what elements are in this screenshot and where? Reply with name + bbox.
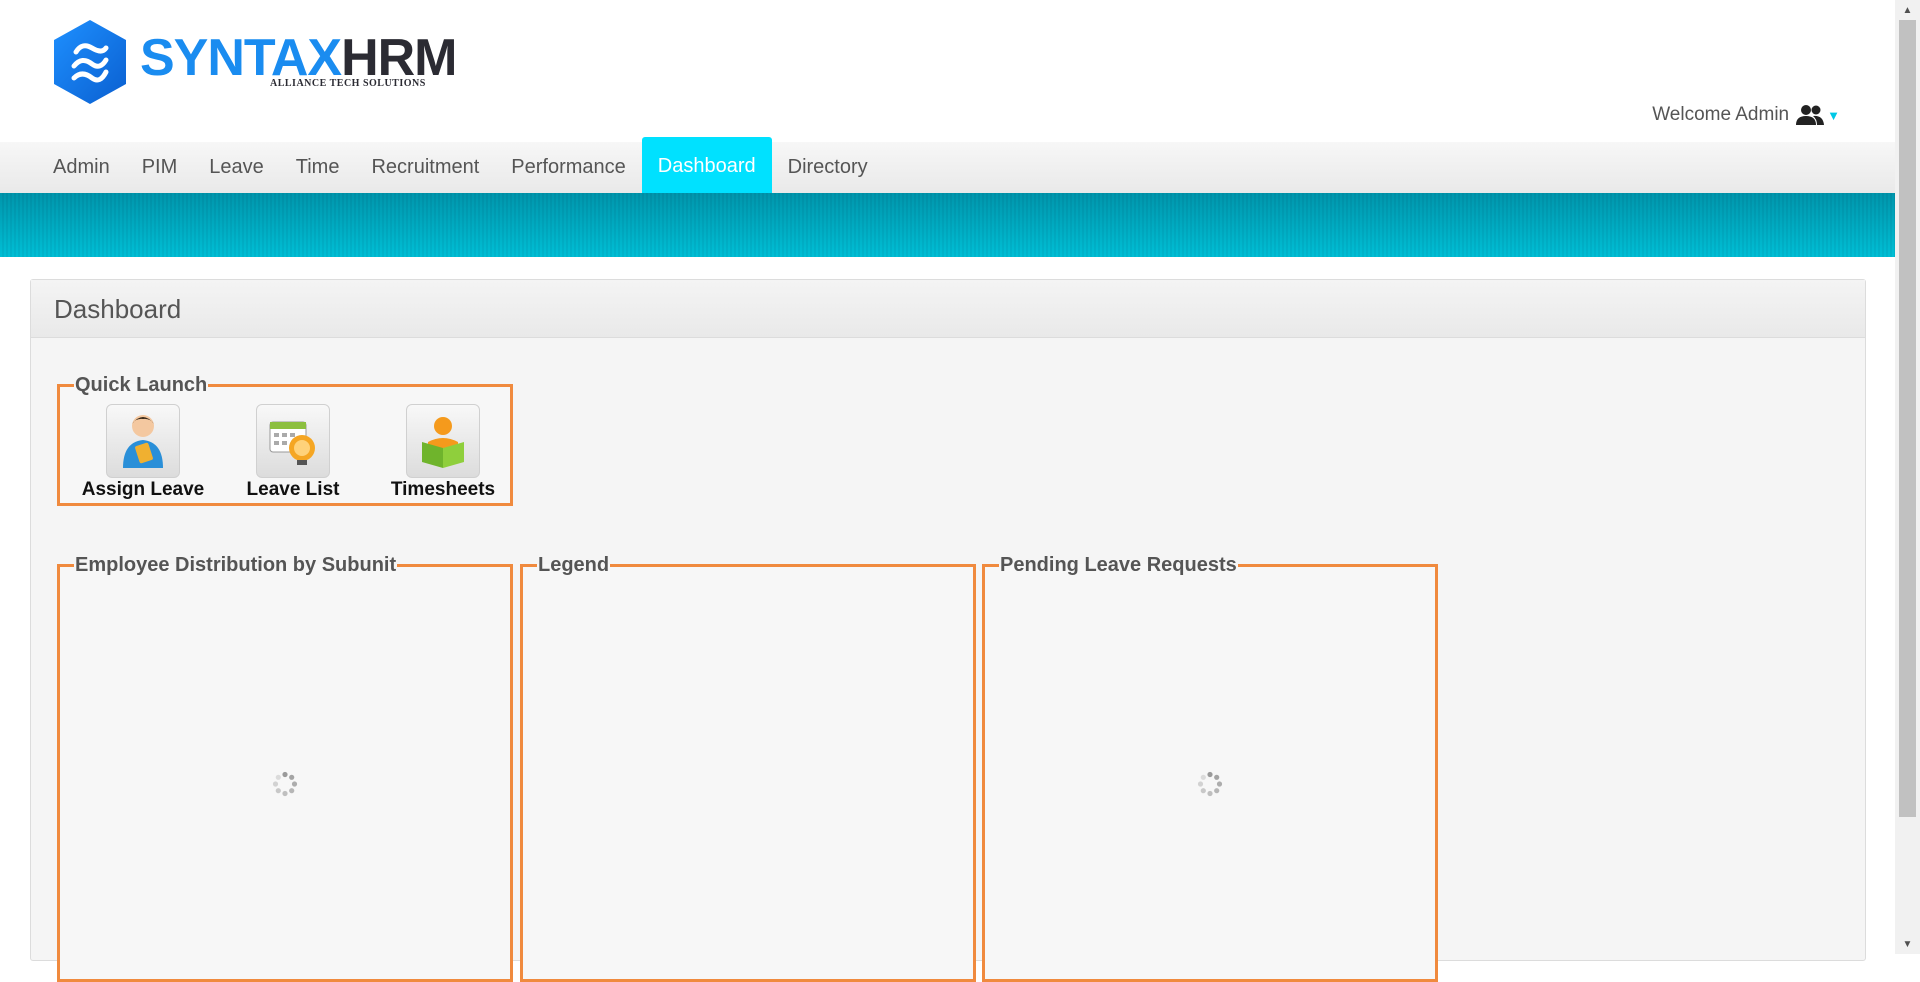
main-nav: Admin PIM Leave Time Recruitment Perform… bbox=[0, 137, 1895, 196]
quick-launch-assign-leave-label: Assign Leave bbox=[81, 479, 205, 500]
nav-item-dashboard[interactable]: Dashboard bbox=[641, 137, 772, 196]
employee-distribution-title: Employee Distribution by Subunit bbox=[75, 554, 397, 576]
nav-item-performance[interactable]: Performance bbox=[495, 142, 642, 193]
nav-item-directory[interactable]: Directory bbox=[772, 142, 884, 193]
loading-spinner-icon bbox=[272, 771, 298, 797]
syntaxhrm-logo[interactable]: SYNTAXHRM ALLIANCE TECH SOLUTIONS bbox=[52, 18, 457, 108]
pending-leave-requests-widget: Pending Leave Requests bbox=[982, 554, 1438, 982]
dashboard-panel: Dashboard Quick Launch Assign Leave Leav… bbox=[30, 279, 1866, 982]
loading-spinner-icon bbox=[1197, 771, 1223, 797]
quick-launch-assign-leave[interactable]: Assign Leave bbox=[68, 404, 218, 501]
nav-item-admin[interactable]: Admin bbox=[37, 142, 126, 193]
quick-launch-timesheets-label: Timesheets bbox=[390, 479, 496, 500]
welcome-menu[interactable]: Welcome Admin ▼ bbox=[1652, 104, 1840, 126]
logo-hex-icon bbox=[54, 20, 126, 104]
page-title: Dashboard bbox=[54, 294, 182, 324]
legend-widget: Legend bbox=[520, 554, 976, 982]
vertical-scrollbar[interactable]: ▲ ▼ bbox=[1895, 0, 1920, 954]
quick-launch-title: Quick Launch bbox=[75, 374, 208, 396]
panel-header: Dashboard bbox=[31, 280, 1865, 338]
quick-launch-leave-list-label: Leave List bbox=[246, 479, 340, 500]
legend-title: Legend bbox=[538, 554, 610, 576]
assign-leave-icon[interactable] bbox=[106, 404, 180, 478]
quick-launch-box: Quick Launch Assign Leave Leave List Tim… bbox=[57, 374, 513, 506]
scroll-up-arrow-icon[interactable]: ▲ bbox=[1895, 0, 1920, 20]
header-banner bbox=[0, 193, 1895, 257]
chevron-down-icon: ▼ bbox=[1827, 107, 1840, 123]
header: SYNTAXHRM ALLIANCE TECH SOLUTIONS Welcom… bbox=[0, 0, 1895, 142]
nav-item-time[interactable]: Time bbox=[280, 142, 356, 193]
welcome-text: Welcome Admin bbox=[1652, 104, 1790, 125]
nav-item-pim[interactable]: PIM bbox=[126, 142, 194, 193]
logo-wordmark: SYNTAXHRM bbox=[140, 32, 457, 84]
timesheets-icon[interactable] bbox=[406, 404, 480, 478]
users-icon bbox=[1796, 105, 1825, 125]
quick-launch-leave-list[interactable]: Leave List bbox=[218, 404, 368, 501]
employee-distribution-widget: Employee Distribution by Subunit bbox=[57, 554, 513, 982]
quick-launch-timesheets[interactable]: Timesheets bbox=[368, 404, 518, 501]
nav-item-leave[interactable]: Leave bbox=[193, 142, 280, 193]
pending-leave-requests-title: Pending Leave Requests bbox=[1000, 554, 1237, 576]
logo-tagline: ALLIANCE TECH SOLUTIONS bbox=[270, 78, 426, 89]
nav-item-recruitment[interactable]: Recruitment bbox=[355, 142, 495, 193]
scroll-down-arrow-icon[interactable]: ▼ bbox=[1895, 934, 1920, 954]
scrollbar-thumb[interactable] bbox=[1899, 20, 1916, 817]
leave-list-icon[interactable] bbox=[256, 404, 330, 478]
